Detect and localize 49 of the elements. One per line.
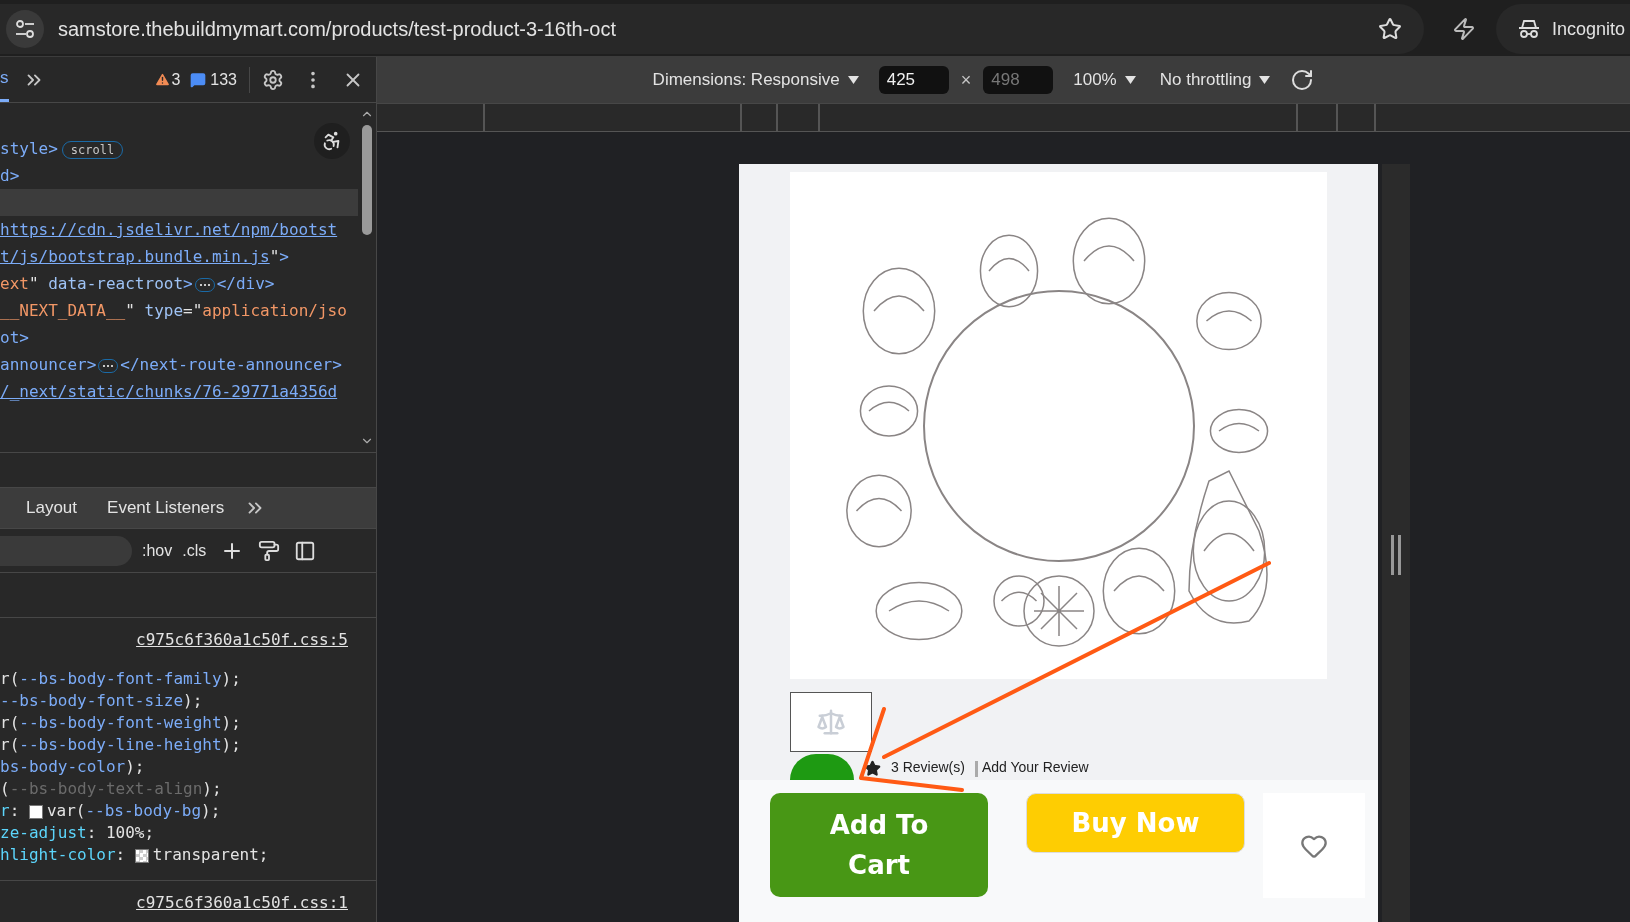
incognito-button[interactable]: Incognito <box>1496 4 1630 54</box>
warning-count[interactable]: 3 <box>171 67 181 92</box>
bookmark-star-icon[interactable] <box>1378 17 1402 41</box>
css-declaration: r(--bs-body-line-height); <box>0 734 241 756</box>
review-count[interactable]: 3 Review(s) <box>891 757 965 778</box>
url-text[interactable]: samstore.thebuildmymart.com/products/test-product-3-16th-oct <box>58 14 1364 44</box>
sidebar-tab[interactable]: Event Listeners <box>107 495 225 521</box>
sidebar-toggle-icon[interactable] <box>294 539 317 562</box>
css-declaration: hlight-color: transparent; <box>0 844 269 866</box>
devtools-tab[interactable]: s <box>0 57 9 102</box>
stylesheet-link[interactable]: c975c6f360a1c50f.css:5 <box>136 628 348 652</box>
address-bar[interactable]: samstore.thebuildmymart.com/products/test-product-3-16th-oct <box>0 4 1424 54</box>
resize-handle[interactable] <box>1391 534 1401 575</box>
css-declaration: r(--bs-body-font-weight); <box>0 712 241 734</box>
zoom-dropdown[interactable]: 100% <box>1073 67 1136 93</box>
color-swatch[interactable] <box>28 804 43 819</box>
stylesheet-link[interactable]: c975c6f360a1c50f.css:1 <box>136 891 348 915</box>
accessibility-icon[interactable] <box>314 123 350 159</box>
css-declaration: (--bs-body-text-align); <box>0 778 222 800</box>
css-declaration: bs-body-color); <box>0 756 145 778</box>
incognito-icon <box>1518 19 1540 39</box>
dimensions-dropdown[interactable]: Dimensions: Responsive <box>652 67 859 93</box>
caret-icon <box>847 76 859 84</box>
scrollbar-thumb[interactable] <box>362 125 372 235</box>
message-icon[interactable] <box>190 71 207 88</box>
add-to-cart-button[interactable]: Add To Cart <box>770 793 988 897</box>
css-declaration: r: var(--bs-body-bg); <box>0 800 221 822</box>
css-declaration: --bs-body-font-size); <box>0 690 203 712</box>
message-count[interactable]: 133 <box>210 67 237 92</box>
caret-icon <box>1259 76 1271 84</box>
filter-toggle[interactable]: :hov <box>142 538 173 563</box>
css-declaration: ze-adjust: 100%; <box>0 822 155 844</box>
filter-toggle[interactable]: .cls <box>182 538 207 563</box>
product-thumbnail[interactable] <box>790 692 872 752</box>
settings-icon[interactable] <box>262 68 284 91</box>
throttling-dropdown[interactable]: No throttling <box>1159 67 1271 93</box>
times-sign: × <box>960 68 972 92</box>
sidebar-tab[interactable]: Layout <box>26 495 78 521</box>
paint-roller-icon[interactable] <box>258 539 281 562</box>
star-icon <box>864 760 881 777</box>
transparent-swatch[interactable] <box>134 848 149 863</box>
rotate-icon[interactable] <box>1290 68 1315 92</box>
warning-icon[interactable] <box>154 71 172 88</box>
width-field[interactable]: 425 <box>878 66 949 94</box>
site-settings-icon[interactable] <box>6 10 44 48</box>
caret-icon <box>1124 76 1136 84</box>
css-declaration: r(--bs-body-font-family); <box>0 668 241 690</box>
add-review-link[interactable]: Add Your Review <box>981 757 1089 778</box>
height-field[interactable]: 498 <box>983 66 1054 94</box>
